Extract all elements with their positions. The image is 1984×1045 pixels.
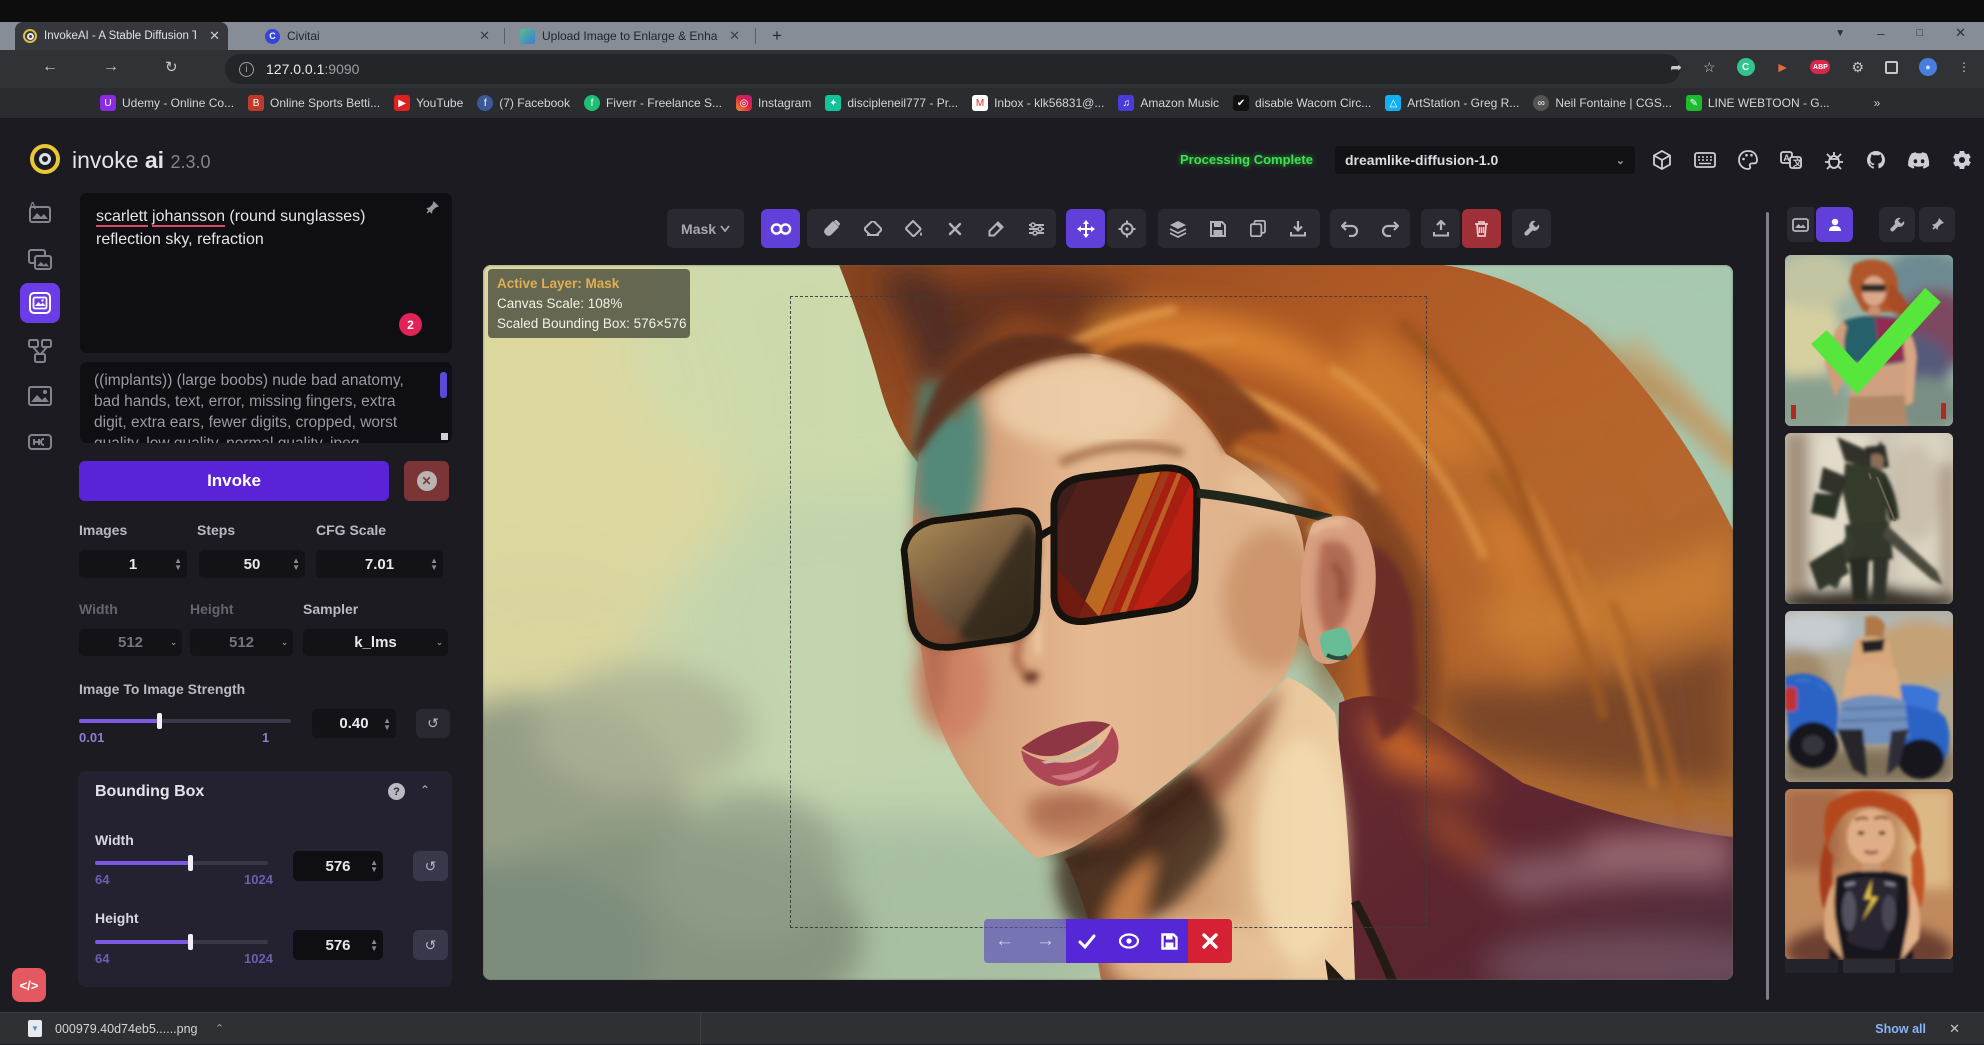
svg-text:文: 文 (1792, 157, 1802, 168)
